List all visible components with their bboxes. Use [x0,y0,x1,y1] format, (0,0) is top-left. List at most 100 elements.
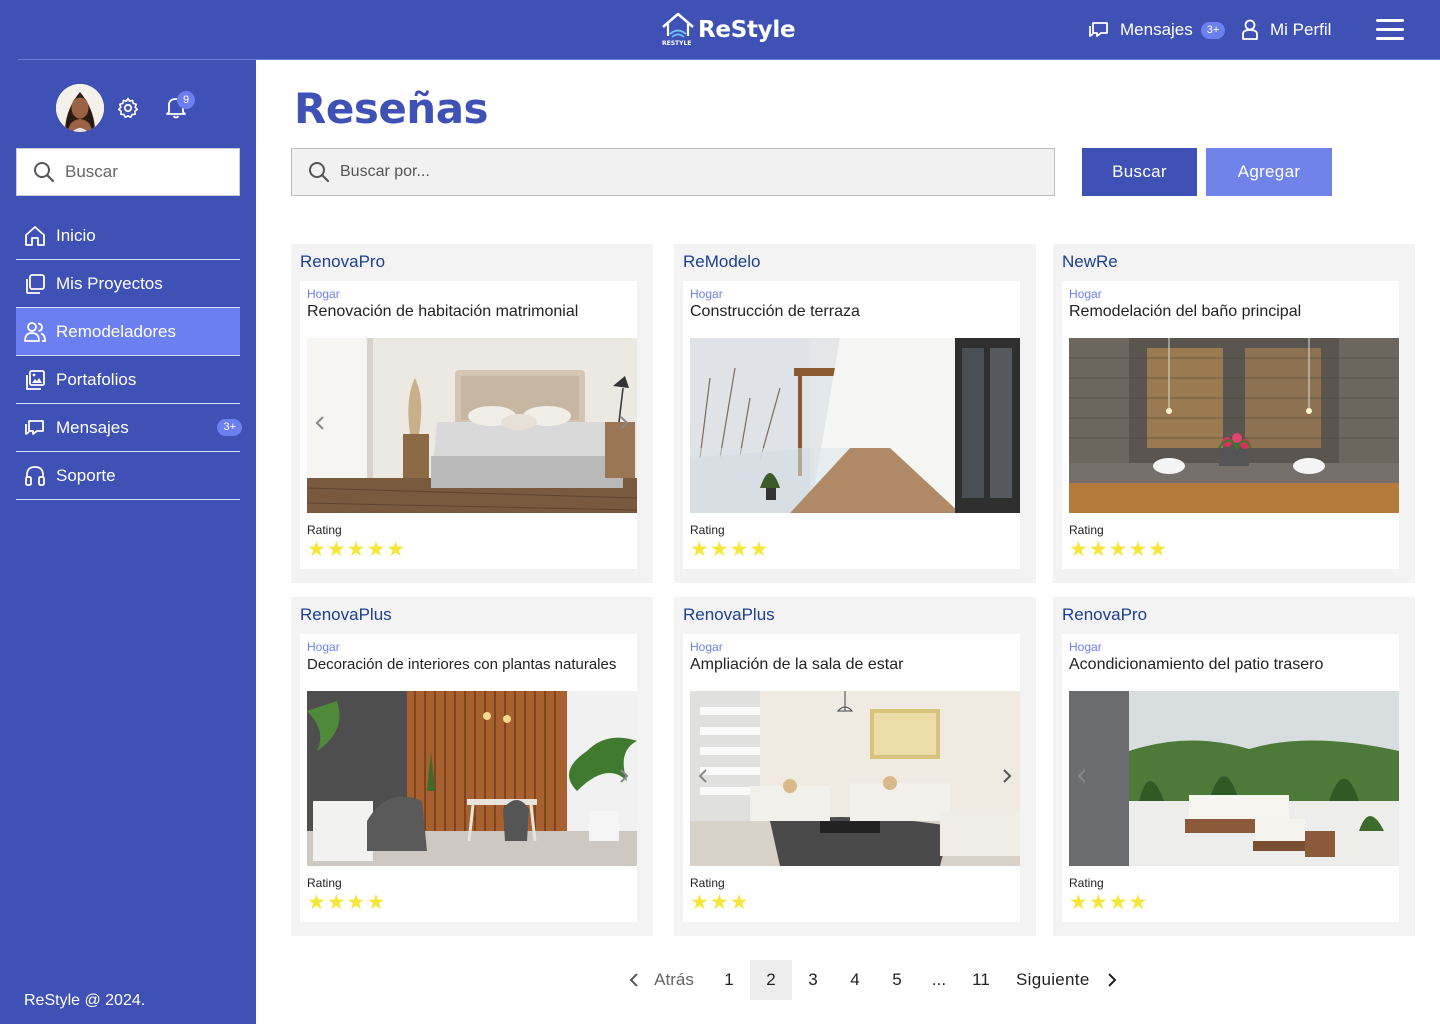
sidebar-item-label: Mensajes [56,417,129,437]
next-image-icon[interactable] [617,414,631,432]
pagination-prev-label: Atrás [654,970,694,989]
next-image-icon[interactable] [617,767,631,785]
sidebar-item-inicio[interactable]: Inicio [16,212,240,260]
gear-icon[interactable] [116,96,140,125]
top-nav-messages-label: Mensajes [1120,20,1193,39]
search-icon [309,162,330,183]
review-project-title: Construcción de terraza [690,303,860,320]
project-photo-interior-plants[interactable] [307,691,637,866]
review-category: Hogar [1069,640,1102,654]
review-project-title: Acondicionamiento del patio trasero [1069,656,1324,673]
rating-label: Rating [307,523,342,537]
logo-tagline: RESTYLE [662,40,691,47]
rating-label: Rating [1069,523,1104,537]
prev-image-icon[interactable] [313,414,327,432]
notifications-bell[interactable]: 9 [164,91,195,125]
main-search-input[interactable] [340,163,1020,181]
project-photo-living-room[interactable] [690,691,1020,866]
pagination-page-current[interactable]: 2 [750,960,792,1000]
pagination-page[interactable]: 1 [708,960,750,1000]
top-nav-messages[interactable]: Mensajes 3+ [1088,0,1226,60]
company-name[interactable]: RenovaPlus [683,605,775,625]
sidebar-search[interactable] [16,148,240,196]
sidebar-search-input[interactable] [65,162,215,182]
project-photo-bathroom[interactable] [1069,338,1399,513]
brand-logo[interactable]: RESTYLE ReStyle [660,10,796,48]
top-nav-profile-label: Mi Perfil [1270,20,1332,39]
prev-image-icon[interactable] [1075,767,1089,785]
sidebar-item-label: Soporte [56,465,116,485]
company-name[interactable]: RenovaPlus [300,605,392,625]
company-name[interactable]: NewRe [1062,252,1118,272]
review-category: Hogar [690,287,723,301]
rating-stars: ★★★★ [307,890,387,914]
sidebar-item-soporte[interactable]: Soporte [16,452,240,500]
chevron-right-icon [1107,973,1117,987]
add-button[interactable]: Agregar [1206,148,1332,196]
sidebar-item-mensajes[interactable]: Mensajes 3+ [16,404,242,452]
search-icon [34,162,55,183]
review-card-body: Hogar Construcción de terraza Rating ★★★… [683,281,1020,569]
sidebar-menu: Inicio Mis Proyectos Remodeladores Porta… [16,212,242,500]
sidebar-item-mis-proyectos[interactable]: Mis Proyectos [16,260,240,308]
pagination-page[interactable]: 4 [834,960,876,1000]
logo-house-icon: RESTYLE [660,10,696,48]
rating-stars: ★★★★ [1069,890,1149,914]
project-photo-backyard[interactable] [1069,691,1399,866]
sidebar-item-label: Inicio [56,225,96,245]
sidebar-footer: ReStyle @ 2024. [24,992,146,1009]
review-project-title: Renovación de habitación matrimonial [307,303,579,320]
main-search[interactable] [291,148,1055,196]
page-title: Reseñas [294,84,489,133]
rating-stars: ★★★★★ [307,537,407,561]
company-name[interactable]: ReModelo [683,252,761,272]
pagination-page[interactable]: 5 [876,960,918,1000]
headset-icon [25,465,45,486]
review-card-body: Hogar Decoración de interiores con plant… [300,634,637,922]
review-project-title: Ampliación de la sala de estar [690,656,904,673]
company-name[interactable]: RenovaPro [300,252,385,272]
review-card[interactable]: NewRe Hogar Remodelación del baño princi… [1053,244,1415,583]
brand-name: ReStyle [698,17,796,43]
sidebar-item-remodeladores[interactable]: Remodeladores [16,308,240,356]
rating-label: Rating [1069,876,1104,890]
project-photo-bedroom[interactable] [307,338,637,513]
review-card[interactable]: RenovaPro Hogar Renovación de habitación… [291,244,653,583]
search-button[interactable]: Buscar [1082,148,1197,196]
pagination-prev[interactable]: Atrás [618,960,708,1000]
user-icon [1242,19,1258,40]
chat-icon [1089,22,1108,37]
company-name[interactable]: RenovaPro [1062,605,1147,625]
rating-label: Rating [690,876,725,890]
prev-image-icon[interactable] [696,767,710,785]
review-card[interactable]: ReModelo Hogar Construcción de terraza R… [674,244,1036,583]
sidebar-item-label: Portafolios [56,369,137,389]
review-category: Hogar [690,640,723,654]
review-card-body: Hogar Ampliación de la sala de estar Rat… [683,634,1020,922]
sidebar: 9 Inicio Mis Proyectos [0,60,256,1024]
sidebar-item-label: Mis Proyectos [56,273,163,293]
pagination-ellipsis: ... [931,970,947,989]
pagination-page[interactable]: 3 [792,960,834,1000]
home-icon [25,225,45,246]
review-card-body: Hogar Acondicionamiento del patio traser… [1062,634,1399,922]
review-card[interactable]: RenovaPlus Hogar Ampliación de la sala d… [674,597,1036,936]
chevron-left-icon [629,973,638,987]
messages-badge: 3+ [1200,21,1226,39]
next-image-icon[interactable] [1000,767,1014,785]
review-project-title: Remodelación del baño principal [1069,303,1302,320]
review-card-body: Hogar Remodelación del baño principal Ra… [1062,281,1399,569]
pagination-next-label: Siguiente [1016,970,1090,989]
rating-label: Rating [307,876,342,890]
project-photo-terrace[interactable] [690,338,1020,513]
pagination-page[interactable]: 11 [960,960,1002,1000]
review-category: Hogar [1069,287,1102,301]
review-card[interactable]: RenovaPro Hogar Acondicionamiento del pa… [1053,597,1415,936]
avatar[interactable] [56,84,104,132]
review-card[interactable]: RenovaPlus Hogar Decoración de interiore… [291,597,653,936]
hamburger-menu-icon[interactable] [1376,19,1404,41]
sidebar-item-portafolios[interactable]: Portafolios [16,356,240,404]
pagination-next[interactable]: Siguiente [1002,960,1124,1000]
rating-stars: ★★★★★ [1069,537,1169,561]
top-nav-profile[interactable]: Mi Perfil [1240,0,1331,60]
